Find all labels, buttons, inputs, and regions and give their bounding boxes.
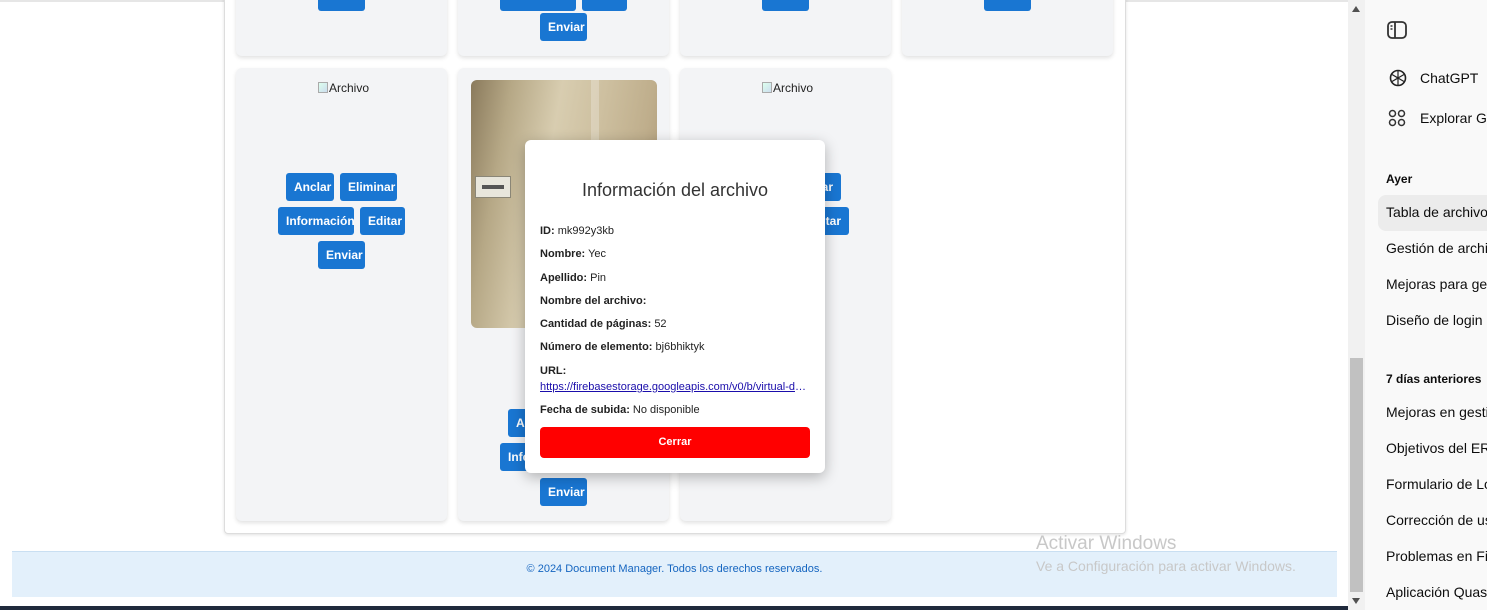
- file-image: Archivo: [318, 81, 369, 95]
- image-alt-text: Archivo: [773, 81, 814, 95]
- sidebar-item-chatgpt[interactable]: ChatGPT: [1420, 70, 1478, 86]
- chat-history-item[interactable]: Formulario de Login: [1386, 476, 1487, 492]
- electrical-panel-shape: [475, 176, 511, 198]
- broken-image-icon: [318, 82, 328, 93]
- send-button[interactable]: Enviar: [540, 478, 587, 506]
- chat-history-item[interactable]: Corrección de usuario: [1386, 512, 1487, 528]
- chat-history-item[interactable]: Mejoras en gestión: [1386, 404, 1487, 420]
- grid-icon: [1388, 109, 1406, 127]
- file-url-link[interactable]: https://firebasestorage.googleapis.com/v…: [540, 381, 810, 393]
- scroll-up-arrow-icon[interactable]: [1352, 6, 1360, 12]
- activation-watermark-title: Activar Windows: [1036, 533, 1177, 554]
- main-content: Enviar Archivo Anclar Eliminar Informaci…: [0, 0, 1348, 610]
- activation-watermark-text: Ve a Configuración para activar Windows.: [1036, 558, 1296, 574]
- close-button[interactable]: Cerrar: [540, 427, 810, 458]
- file-info-modal: Información del archivo ID: mk992y3kb No…: [525, 140, 825, 473]
- sidebar-item-explore-gpts[interactable]: Explorar GPT: [1420, 110, 1487, 126]
- taskbar-edge: [0, 606, 1348, 610]
- send-button[interactable]: Enviar: [540, 13, 587, 41]
- partial-button[interactable]: [984, 0, 1031, 11]
- image-alt-text: Archivo: [329, 81, 370, 95]
- vertical-scrollbar[interactable]: [1348, 0, 1365, 610]
- field-element-number: Número de elemento: bj6bhiktyk: [540, 341, 705, 353]
- chat-history-item[interactable]: Problemas en Firebase: [1386, 548, 1487, 564]
- file-card: [236, 68, 447, 521]
- chat-history-item[interactable]: Diseño de login: [1386, 312, 1483, 328]
- anchor-button[interactable]: Anclar: [286, 173, 334, 201]
- modal-title: Información del archivo: [581, 180, 769, 200]
- edit-button[interactable]: Editar: [360, 207, 405, 235]
- info-button[interactable]: Información: [278, 207, 355, 235]
- chat-history-item[interactable]: Objetivos del ERP: [1386, 440, 1487, 456]
- partial-button[interactable]: [582, 0, 627, 11]
- file-image: Archivo: [762, 81, 813, 95]
- partial-button[interactable]: [500, 0, 576, 11]
- field-id: ID: mk992y3kb: [540, 225, 614, 237]
- field-filename: Nombre del archivo:: [540, 295, 647, 307]
- broken-image-icon: [762, 82, 772, 93]
- section-heading-yesterday: Ayer: [1386, 172, 1413, 186]
- sidebar-toggle-icon[interactable]: [1386, 20, 1408, 40]
- field-upload-date: Fecha de subida: No disponible: [540, 404, 700, 416]
- chat-history-item[interactable]: Gestión de archivos: [1386, 240, 1487, 256]
- section-heading-week: 7 días anteriores: [1386, 372, 1482, 386]
- delete-button[interactable]: Eliminar: [340, 173, 397, 201]
- field-url-label: URL:: [540, 365, 567, 377]
- chat-history-item[interactable]: Mejoras para gestión: [1386, 276, 1487, 292]
- field-name: Nombre: Yec: [540, 248, 607, 260]
- partial-button[interactable]: [762, 0, 809, 11]
- chat-history-item[interactable]: Tabla de archivos: [1386, 204, 1487, 220]
- field-pages: Cantidad de páginas: 52: [540, 318, 667, 330]
- field-lastname: Apellido: Pin: [540, 272, 607, 284]
- chatgpt-logo-icon: [1389, 69, 1407, 87]
- chat-history-item[interactable]: Aplicación Quasar: [1386, 584, 1487, 600]
- partial-button[interactable]: [318, 0, 365, 11]
- scroll-down-arrow-icon[interactable]: [1352, 598, 1360, 604]
- chat-sidebar: ChatGPT Explorar GPT Ayer Tabla de archi…: [1365, 0, 1487, 610]
- scroll-thumb[interactable]: [1350, 358, 1363, 592]
- send-button[interactable]: Enviar: [318, 241, 365, 269]
